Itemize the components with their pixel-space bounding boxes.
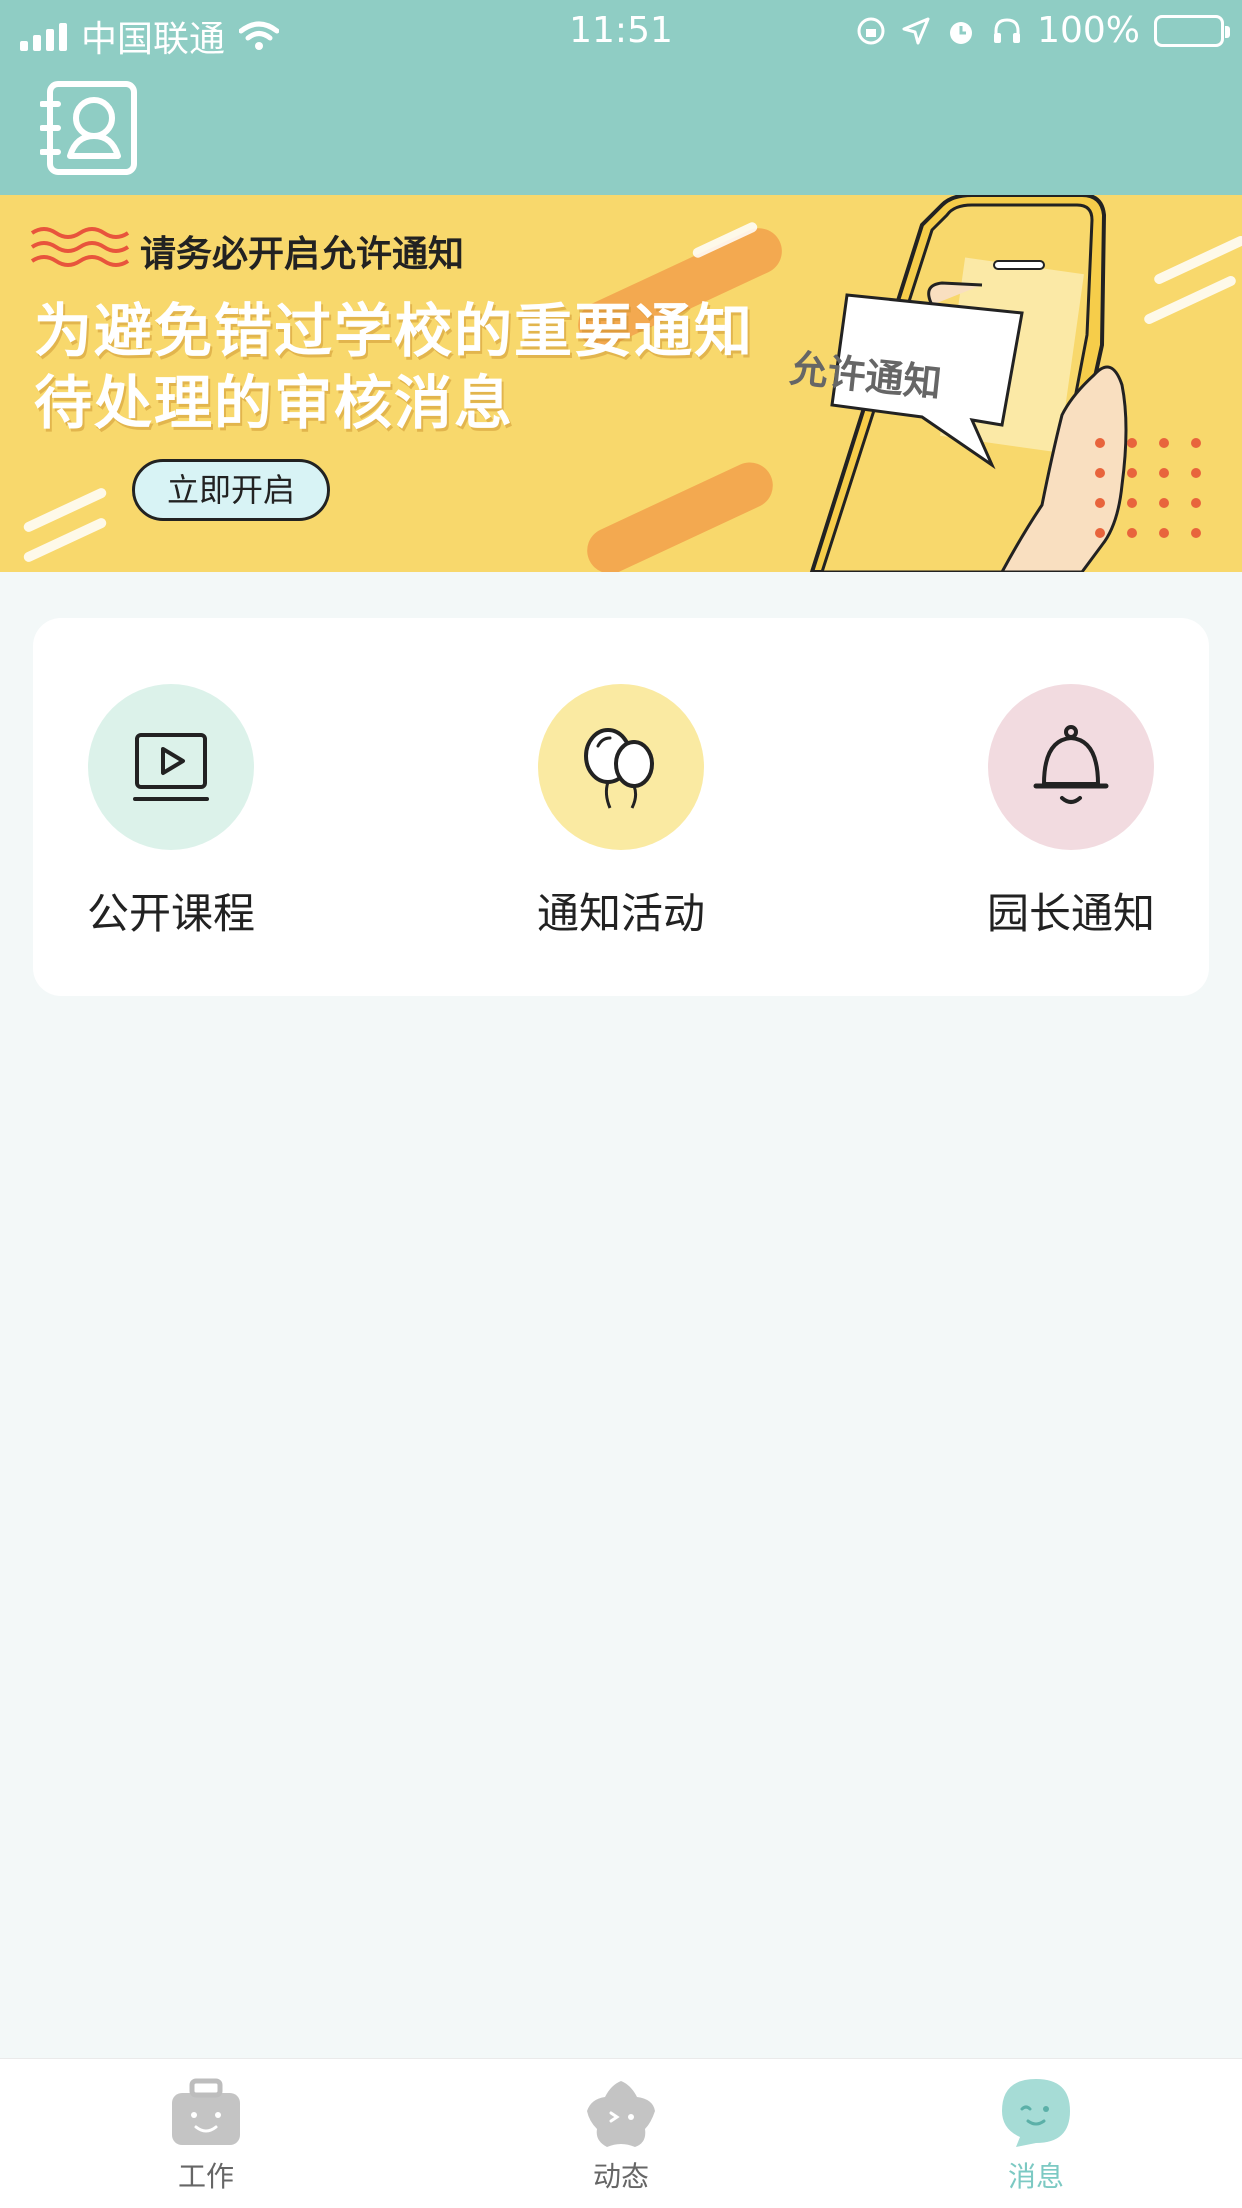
tab-label: 工作	[177, 2160, 234, 2193]
tab-label: 动态	[592, 2160, 649, 2193]
briefcase-icon	[172, 2078, 240, 2145]
category-label: 园长通知	[986, 889, 1155, 938]
battery-percent: 100%	[1037, 10, 1140, 51]
category-notice-activity[interactable]: 通知活动	[511, 684, 731, 941]
location-icon	[902, 17, 930, 44]
category-label: 公开课程	[86, 889, 255, 938]
tab-messages[interactable]: 消息	[966, 2077, 1106, 2195]
enable-now-button[interactable]: 立即开启	[132, 459, 330, 521]
banner-tag: 请务必开启允许通知	[140, 234, 465, 275]
top-header: 中国联通 11:51 100%	[0, 0, 1242, 195]
tab-moments[interactable]: 动态	[551, 2077, 691, 2195]
status-bar: 中国联通 11:51 100%	[0, 0, 1242, 64]
banner-title-line2: 待处理的审核消息	[34, 369, 515, 437]
star-icon	[587, 2081, 655, 2147]
open-course-icon-circle	[88, 684, 254, 850]
contacts-book-icon[interactable]	[40, 80, 140, 176]
category-label: 通知活动	[536, 889, 705, 938]
battery-icon	[1154, 14, 1230, 47]
tab-label: 消息	[1007, 2160, 1064, 2193]
balloons-icon	[584, 728, 654, 809]
video-course-icon	[133, 733, 209, 801]
status-right: 100%	[855, 10, 1230, 51]
chat-bubble-icon	[1002, 2079, 1070, 2147]
banner-title-line1: 为避免错过学校的重要通知	[34, 297, 755, 365]
bell-icon	[1033, 725, 1109, 804]
dots-decoration	[1095, 438, 1201, 538]
category-card: 公开课程 通知活动 园长通知	[33, 618, 1209, 996]
rotation-lock-icon	[857, 17, 885, 44]
category-principal-notice[interactable]: 园长通知	[961, 684, 1181, 941]
principal-notice-icon-circle	[988, 684, 1154, 850]
banner-title: 为避免错过学校的重要通知 待处理的审核消息	[34, 295, 754, 439]
wave-decoration-icon	[30, 227, 130, 267]
category-open-course[interactable]: 公开课程	[61, 684, 281, 941]
headphones-icon	[994, 17, 1021, 43]
notice-activity-icon-circle	[538, 684, 704, 850]
tab-work[interactable]: 工作	[136, 2077, 276, 2195]
alarm-icon	[950, 21, 973, 44]
bottom-tab-bar: 工作 动态 消息	[0, 2058, 1242, 2208]
notification-banner[interactable]: 请务必开启允许通知 为避免错过学校的重要通知 待处理的审核消息 立即开启 允许通…	[0, 195, 1242, 572]
